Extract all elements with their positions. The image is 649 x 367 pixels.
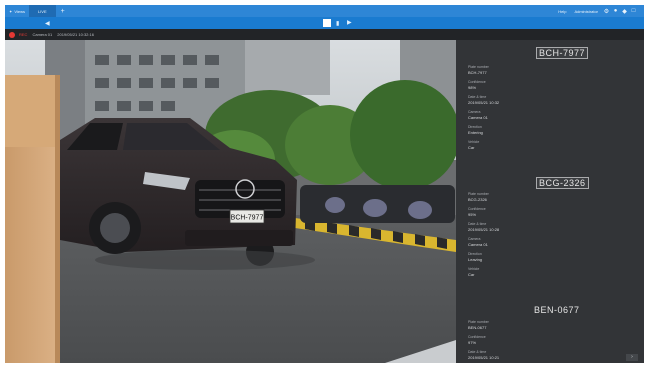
record-1-field-3: Date & time 2019/05/21 10:32 [468,95,499,105]
field-value: 97% [468,340,477,345]
record-2-field-1: Plate number BCG-2326 [468,192,489,202]
field-value: 2019/05/21 10:21 [468,355,500,360]
field-value: 95% [468,212,477,217]
camera-timestamp: 2019/05/21 10:32:16 [57,32,94,37]
camera-icon: ✦ [9,8,13,14]
field-value: Entering [468,130,483,135]
record-1-field-2: Confidence 98% [468,80,486,90]
tab-live-label: LIVE [37,8,47,14]
field-value: 2019/05/21 10:32 [468,100,500,105]
next-icon[interactable]: ▶ [347,19,352,26]
record-2-field-6: Vehicle Car [468,267,479,277]
fullscreen-icon[interactable]: □ [629,8,638,14]
field-value: BCH-7977 [468,70,487,75]
view-toolbar: ◀ ▮ ▶ [5,17,644,29]
record-1-field-5: Direction Entering [468,125,483,135]
record-2-plate[interactable]: BCG-2326 [536,177,589,189]
record-indicator-icon [10,32,14,37]
record-3-field-1: Plate number BEN-0677 [468,320,489,330]
panel-more-button[interactable]: › [626,354,638,361]
field-value: 98% [468,85,477,90]
user-menu[interactable]: Administrator [570,9,602,14]
camera-video-view[interactable]: BCH-7977 [5,40,456,363]
bookmark-icon[interactable]: ◆ [620,8,629,15]
field-value: BEN-0677 [468,325,487,330]
record-1-field-4: Camera Camera 01 [468,110,488,120]
app-window: ✦ Views LIVE + Help Administrator ⚙ ● ◆ … [5,5,644,363]
field-value: Camera 01 [468,242,488,247]
settings-icon[interactable]: ⚙ [602,8,611,15]
field-value: Leaving [468,257,483,262]
layout-controls: ▮ [323,19,339,27]
top-bar: ✦ Views LIVE + Help Administrator ⚙ ● ◆ … [5,5,644,17]
single-layout-button[interactable] [323,19,331,27]
car-plate-text: BCH-7977 [231,215,264,222]
app-menu[interactable]: ✦ Views [5,9,29,14]
field-value: Car [468,272,475,277]
add-tab-button[interactable]: + [56,8,70,15]
camera-scene: BCH-7977 [5,40,456,363]
record-2-field-3: Date & time 2019/05/21 10:28 [468,222,499,232]
field-value: Camera 01 [468,115,488,120]
layout-divider-icon: ▮ [336,20,340,27]
camera-header: REC Camera 01 2019/05/21 10:32:16 [5,29,644,40]
tab-live[interactable]: LIVE [28,5,56,17]
record-1-field-6: Vehicle Car [468,140,479,150]
notification-icon[interactable]: ● [611,8,620,14]
rec-label: REC [19,32,28,37]
field-value: 2019/05/21 10:28 [468,227,500,232]
record-2-field-4: Camera Camera 01 [468,237,488,247]
record-3-plate[interactable]: BEN-0677 [534,305,580,315]
recognition-panel: BCH-7977 Plate number BCH-7977 Confidenc… [456,40,644,363]
record-1-field-1: Plate number BCH-7977 [468,65,489,75]
camera-name[interactable]: Camera 01 [32,32,52,37]
back-icon[interactable]: ◀ [45,20,50,27]
help-link[interactable]: Help [554,9,570,14]
record-3-field-3: Date & time 2019/05/21 10:21 [468,350,499,360]
record-1-plate[interactable]: BCH-7977 [536,47,589,59]
record-2-field-2: Confidence 95% [468,207,486,217]
record-3-field-2: Confidence 97% [468,335,486,345]
field-value: BCG-2326 [468,197,487,202]
record-2-field-5: Direction Leaving [468,252,482,262]
app-name: Views [14,8,25,14]
field-value: Car [468,145,475,150]
